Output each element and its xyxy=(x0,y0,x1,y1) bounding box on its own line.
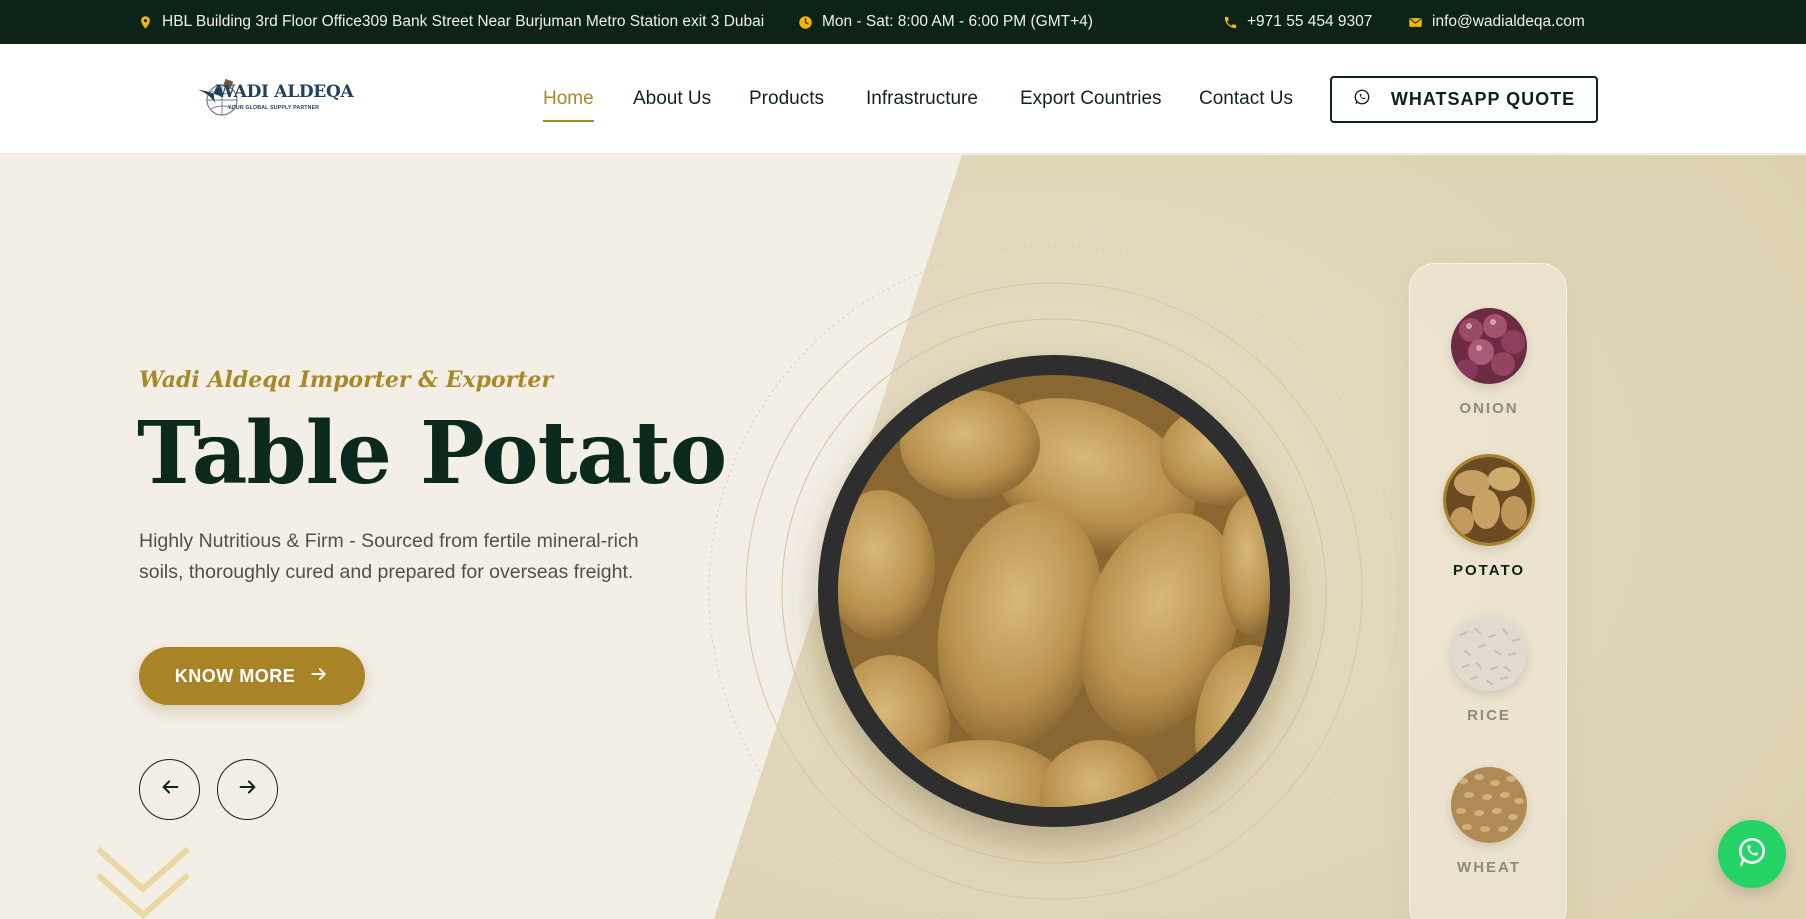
nav-export-countries[interactable]: Export Countries xyxy=(1020,44,1162,154)
nav-contact-us[interactable]: Contact Us xyxy=(1199,44,1293,154)
whatsapp-quote-label: WHATSAPP QUOTE xyxy=(1390,89,1576,109)
phone-icon xyxy=(1222,14,1238,30)
hours-info: Mon - Sat: 8:00 AM - 6:00 PM (GMT+4) xyxy=(797,0,1093,44)
rice-image xyxy=(1451,615,1527,691)
know-more-label: KNOW MORE xyxy=(174,665,296,686)
product-label-wheat: WHEAT xyxy=(1457,859,1521,876)
envelope-icon xyxy=(1407,14,1423,30)
next-slide-button[interactable] xyxy=(217,759,278,820)
product-item-rice[interactable]: RICE xyxy=(1410,615,1568,724)
arrow-left-icon xyxy=(159,776,181,803)
onion-image xyxy=(1451,308,1527,384)
arrow-right-icon xyxy=(237,776,259,803)
product-item-wheat[interactable]: WHEAT xyxy=(1410,767,1568,876)
brand-name: WADI ALDEQA xyxy=(216,82,354,102)
double-chevron-down-icon xyxy=(96,846,190,919)
brand-logo[interactable]: WADI ALDEQA YOUR GLOBAL SUPPLY PARTNER xyxy=(196,74,354,124)
hero-section: Wadi Aldeqa Importer & Exporter Table Po… xyxy=(0,155,1806,919)
email-text: info@wadialdeqa.com xyxy=(1432,13,1585,30)
product-label-rice: RICE xyxy=(1467,707,1511,724)
top-info-bar: HBL Building 3rd Floor Office309 Bank St… xyxy=(0,0,1806,44)
hero-subtitle: Wadi Aldeqa Importer & Exporter xyxy=(139,367,553,393)
whatsapp-quote-button[interactable]: WHATSAPP QUOTE xyxy=(1330,76,1598,123)
product-item-potato[interactable]: POTATO xyxy=(1410,454,1568,579)
phone-text: +971 55 454 9307 xyxy=(1247,13,1373,30)
know-more-button[interactable]: KNOW MORE xyxy=(139,647,365,705)
arrow-right-icon xyxy=(309,664,329,689)
whatsapp-icon xyxy=(1735,835,1769,874)
hero-description: Highly Nutritious & Firm - Sourced from … xyxy=(139,530,639,583)
whatsapp-chat-button[interactable] xyxy=(1718,820,1786,888)
nav-home[interactable]: Home xyxy=(543,44,594,154)
brand-tagline: YOUR GLOBAL SUPPLY PARTNER xyxy=(228,105,320,111)
hero-title: Table Potato xyxy=(137,403,727,504)
wheat-image xyxy=(1451,767,1527,843)
phone-info[interactable]: +971 55 454 9307 xyxy=(1222,0,1372,44)
potato-image xyxy=(1443,454,1535,546)
address-info: HBL Building 3rd Floor Office309 Bank St… xyxy=(137,0,764,44)
product-label-potato: POTATO xyxy=(1453,562,1525,579)
nav-infrastructure[interactable]: Infrastructure xyxy=(866,44,978,154)
address-text: HBL Building 3rd Floor Office309 Bank St… xyxy=(162,13,765,30)
product-selector: ONION POTATO RICE WHEAT xyxy=(1409,263,1567,919)
email-info[interactable]: info@wadialdeqa.com xyxy=(1407,0,1585,44)
nav-about-us[interactable]: About Us xyxy=(633,44,711,154)
map-pin-icon xyxy=(137,14,153,30)
hours-text: Mon - Sat: 8:00 AM - 6:00 PM (GMT+4) xyxy=(822,13,1093,30)
product-label-onion: ONION xyxy=(1459,400,1519,417)
prev-slide-button[interactable] xyxy=(139,759,200,820)
product-item-onion[interactable]: ONION xyxy=(1410,308,1568,417)
clock-icon xyxy=(797,14,813,30)
nav-products[interactable]: Products xyxy=(749,44,824,154)
whatsapp-icon xyxy=(1353,88,1371,111)
